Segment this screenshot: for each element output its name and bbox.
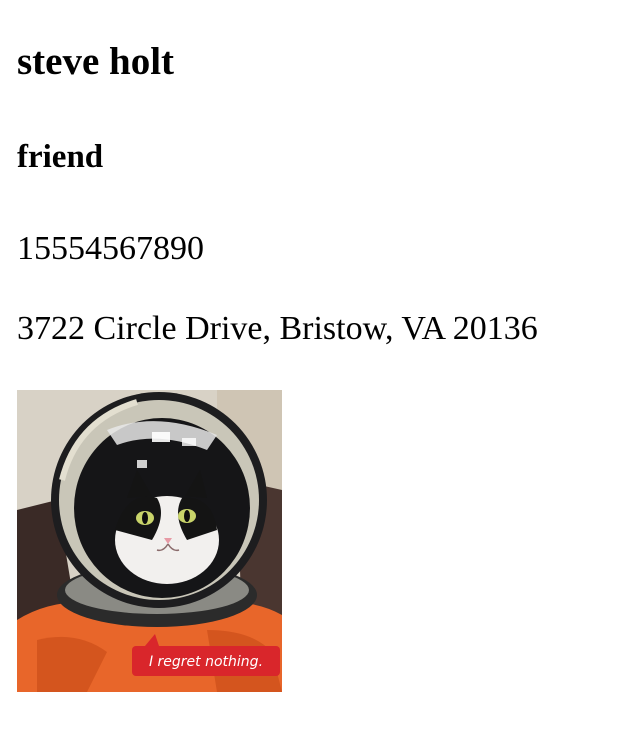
- contact-address: 3722 Circle Drive, Bristow, VA 20136: [17, 310, 538, 347]
- contact-relation: friend: [17, 139, 104, 175]
- contact-phone[interactable]: 15554567890: [17, 228, 204, 270]
- contact-photo: I regret nothing.: [17, 390, 282, 692]
- contact-name: steve holt: [17, 40, 175, 83]
- cat-astronaut-image: I regret nothing.: [17, 390, 282, 692]
- photo-caption: I regret nothing.: [149, 654, 263, 670]
